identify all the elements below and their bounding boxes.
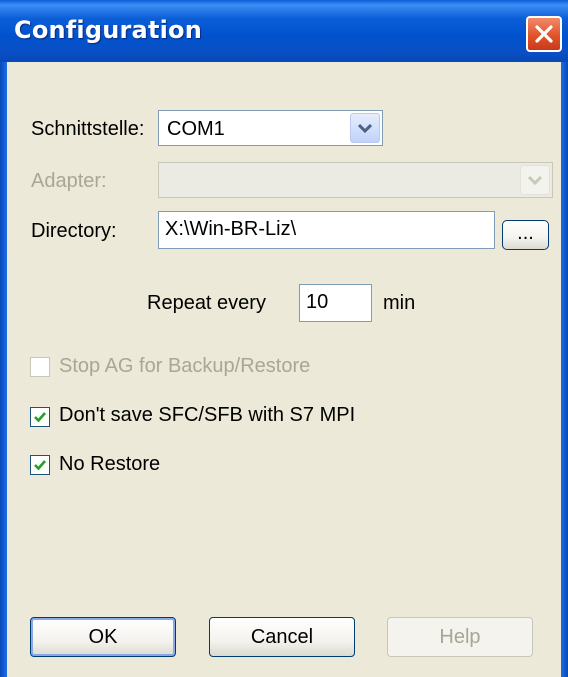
window-frame-right — [561, 62, 568, 677]
adapter-select[interactable] — [158, 162, 553, 198]
directory-input[interactable]: X:\Win-BR-Liz\ — [158, 211, 495, 249]
dialog-body: Schnittstelle: COM1 Adapter: Directory: … — [7, 62, 561, 677]
cancel-label: Cancel — [250, 626, 314, 648]
repeat-unit-label: min — [383, 292, 416, 314]
repeat-interval-value: 10 — [306, 291, 329, 313]
repeat-interval-input[interactable]: 10 — [299, 284, 372, 322]
window-title: Configuration — [14, 16, 203, 44]
cancel-button[interactable]: Cancel — [209, 617, 355, 657]
close-button[interactable] — [526, 16, 562, 52]
checkmark-icon — [34, 412, 46, 423]
browse-label: ... — [517, 222, 534, 244]
adapter-label: Adapter: — [31, 170, 107, 192]
configuration-dialog: Configuration Schnittstelle: COM1 Adapte… — [0, 0, 568, 677]
no-restore-label: No Restore — [59, 453, 161, 475]
no-restore-checkbox[interactable] — [30, 455, 50, 475]
interface-label: Schnittstelle: — [31, 118, 145, 140]
ok-button[interactable]: OK — [30, 617, 176, 657]
close-icon — [535, 25, 553, 43]
directory-value: X:\Win-BR-Liz\ — [165, 218, 297, 240]
title-bar[interactable]: Configuration — [0, 0, 568, 62]
interface-select[interactable]: COM1 — [158, 110, 383, 146]
chevron-down-icon — [528, 175, 542, 186]
ok-label: OK — [88, 626, 118, 648]
interface-value: COM1 — [167, 118, 225, 140]
checkmark-icon — [34, 460, 46, 471]
dont-save-sfc-label: Don't save SFC/SFB with S7 MPI — [59, 404, 356, 426]
window-frame-left — [0, 62, 7, 677]
repeat-label: Repeat every — [147, 292, 266, 314]
stop-ag-checkbox[interactable] — [30, 357, 50, 377]
help-button[interactable]: Help — [387, 617, 533, 657]
directory-label: Directory: — [31, 220, 117, 242]
help-label: Help — [439, 626, 481, 648]
dont-save-sfc-checkbox[interactable] — [30, 407, 50, 427]
chevron-down-icon — [358, 123, 372, 134]
adapter-dropdown-button[interactable] — [520, 165, 550, 195]
browse-button[interactable]: ... — [502, 220, 549, 250]
interface-dropdown-button[interactable] — [350, 113, 380, 143]
stop-ag-label: Stop AG for Backup/Restore — [59, 355, 311, 377]
